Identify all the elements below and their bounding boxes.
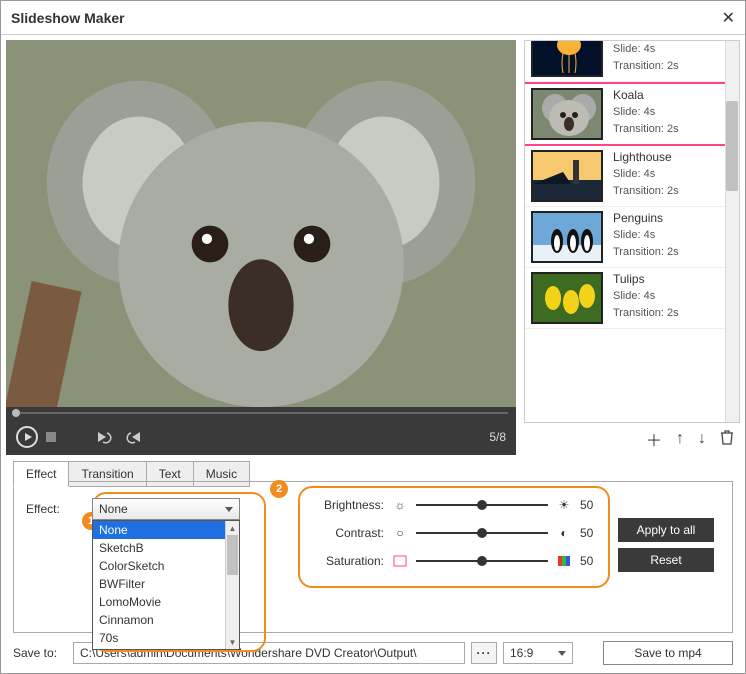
- slide-name: Lighthouse: [613, 150, 679, 164]
- player-controls: 5/8: [6, 419, 516, 455]
- effect-dropdown-closed[interactable]: None: [92, 498, 240, 520]
- dropdown-scroll-down[interactable]: ▼: [226, 635, 239, 649]
- brightness-high-icon: ☀: [556, 498, 572, 512]
- brightness-label: Brightness:: [312, 498, 384, 512]
- saturation-thumb[interactable]: [477, 556, 487, 566]
- contrast-label: Contrast:: [312, 526, 384, 540]
- slideshow-maker-window: Slideshow Maker ✕: [0, 0, 746, 674]
- save-to-mp4-button[interactable]: Save to mp4: [603, 641, 733, 665]
- slide-list[interactable]: JellyfishSlide: 4sTransition: 2s Koala Sli…: [524, 40, 740, 423]
- koala-image: [6, 40, 516, 407]
- slide-transition: Transition: 2s: [613, 58, 679, 75]
- effect-label: Effect:: [26, 498, 80, 516]
- slide-item[interactable]: Lighthouse Slide: 4sTransition: 2s: [525, 146, 739, 207]
- brightness-row: Brightness: ☼ ☀ 50: [312, 498, 600, 512]
- add-slide-icon[interactable]: ＋: [646, 427, 662, 451]
- slide-thumbnail: [531, 150, 603, 202]
- brightness-thumb[interactable]: [477, 500, 487, 510]
- rotate-right-icon[interactable]: [126, 429, 142, 445]
- effect-option[interactable]: 70s: [93, 629, 239, 647]
- slide-duration: Slide: 4s: [613, 41, 679, 58]
- contrast-slider[interactable]: [416, 532, 548, 534]
- slide-name: Penguins: [613, 211, 679, 225]
- slide-duration: Slide: 4s: [613, 166, 679, 183]
- list-scrollbar[interactable]: [725, 41, 739, 422]
- contrast-low-icon: ○: [392, 526, 408, 540]
- brightness-low-icon: ☼: [392, 498, 408, 512]
- brightness-slider[interactable]: [416, 504, 548, 506]
- slide-transition: Transition: 2s: [613, 305, 679, 322]
- effect-option[interactable]: Retro: [93, 647, 239, 650]
- sidebar-buttons: ＋ ↑ ↓: [524, 423, 740, 455]
- list-scroll-thumb[interactable]: [726, 101, 738, 191]
- slide-thumbnail: [531, 272, 603, 324]
- effect-option[interactable]: Cinnamon: [93, 611, 239, 629]
- slide-item[interactable]: Penguins Slide: 4sTransition: 2s: [525, 207, 739, 268]
- aspect-ratio-select[interactable]: 16:9: [503, 642, 573, 664]
- effect-dropdown[interactable]: None NoneSketchBColorSketchBWFilterLomoM…: [92, 498, 240, 520]
- saturation-slider[interactable]: [416, 560, 548, 562]
- preview-panel: 5/8: [6, 40, 516, 455]
- slide-name: Koala: [613, 88, 679, 102]
- dropdown-scroll-thumb[interactable]: [227, 535, 238, 575]
- browse-button[interactable]: ···: [471, 642, 497, 664]
- top-panel: 5/8 JellyfishSlide: 4sTransition: 2sKoal…: [1, 35, 745, 455]
- slide-duration: Slide: 4s: [613, 288, 679, 305]
- slide-thumbnail: [531, 40, 603, 77]
- effect-dropdown-open[interactable]: NoneSketchBColorSketchBWFilterLomoMovieC…: [92, 520, 240, 650]
- titlebar: Slideshow Maker ✕: [1, 1, 745, 35]
- slide-duration: Slide: 4s: [613, 227, 679, 244]
- tab-effect[interactable]: Effect: [13, 461, 69, 487]
- progress-bar[interactable]: [6, 407, 516, 419]
- contrast-thumb[interactable]: [477, 528, 487, 538]
- slide-item[interactable]: JellyfishSlide: 4sTransition: 2s: [525, 40, 739, 82]
- slide-transition: Transition: 2s: [613, 244, 679, 261]
- slide-name: Tulips: [613, 272, 679, 286]
- reset-button[interactable]: Reset: [618, 548, 714, 572]
- saturation-high-icon: [556, 554, 572, 568]
- effect-option[interactable]: ColorSketch: [93, 557, 239, 575]
- effect-option[interactable]: None: [93, 521, 239, 539]
- callout-badge-2: 2: [270, 480, 288, 498]
- stop-button[interactable]: [46, 432, 56, 442]
- delete-slide-icon[interactable]: [720, 429, 734, 450]
- brightness-value: 50: [580, 498, 600, 512]
- move-up-icon[interactable]: ↑: [676, 430, 684, 448]
- window-title: Slideshow Maker: [11, 10, 722, 26]
- slide-counter: 5/8: [489, 430, 506, 444]
- slide-item[interactable]: Koala Slide: 4sTransition: 2s: [525, 82, 739, 146]
- play-button[interactable]: [16, 426, 38, 448]
- progress-thumb[interactable]: [12, 409, 20, 417]
- contrast-row: Contrast: ○ ◐ 50: [312, 526, 600, 540]
- effect-option[interactable]: BWFilter: [93, 575, 239, 593]
- slide-duration: Slide: 4s: [613, 104, 679, 121]
- slide-thumbnail: [531, 211, 603, 263]
- close-icon[interactable]: ✕: [722, 8, 735, 28]
- bottom-panel: Effect Transition Text Music 1 2 Effect:…: [1, 455, 745, 673]
- right-buttons: Apply to all Reset: [618, 518, 714, 572]
- effect-tab-body: 1 2 Effect: None NoneSketchBColorSketchB…: [13, 481, 733, 633]
- contrast-high-icon: ◐: [556, 526, 572, 540]
- effect-selected-value: None: [99, 502, 128, 516]
- slide-transition: Transition: 2s: [613, 183, 679, 200]
- rotate-left-icon[interactable]: [96, 429, 112, 445]
- saturation-label: Saturation:: [312, 554, 384, 568]
- effect-option[interactable]: SketchB: [93, 539, 239, 557]
- apply-to-all-button[interactable]: Apply to all: [618, 518, 714, 542]
- saturation-row: Saturation: 50: [312, 554, 600, 568]
- sidebar: JellyfishSlide: 4sTransition: 2s Koala Sli…: [524, 40, 740, 455]
- dropdown-scrollbar[interactable]: ▲ ▼: [225, 521, 239, 649]
- sliders-group: Brightness: ☼ ☀ 50 Contrast: ○ ◐ 50 Satu…: [312, 498, 600, 568]
- preview-image: [6, 40, 516, 407]
- save-to-label: Save to:: [13, 646, 67, 660]
- saturation-low-icon: [392, 554, 408, 568]
- slide-thumbnail: [531, 88, 603, 140]
- slide-transition: Transition: 2s: [613, 121, 679, 138]
- slide-item[interactable]: Tulips Slide: 4sTransition: 2s: [525, 268, 739, 329]
- dropdown-scroll-up[interactable]: ▲: [226, 521, 239, 535]
- move-down-icon[interactable]: ↓: [698, 430, 706, 448]
- contrast-value: 50: [580, 526, 600, 540]
- saturation-value: 50: [580, 554, 600, 568]
- effect-option[interactable]: LomoMovie: [93, 593, 239, 611]
